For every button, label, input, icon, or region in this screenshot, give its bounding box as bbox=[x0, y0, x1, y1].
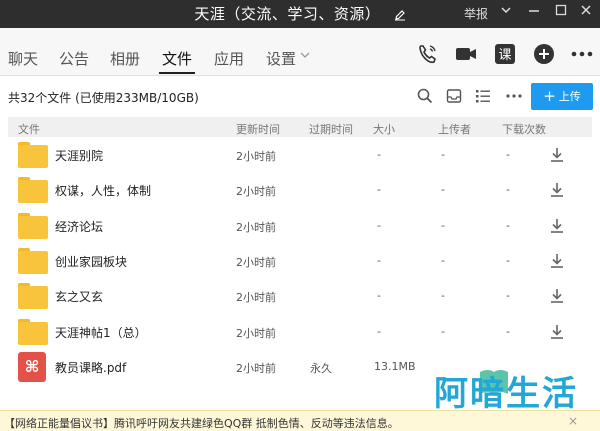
file-size: - bbox=[377, 289, 381, 303]
window-title-text: 天涯（交流、学习、资源） bbox=[194, 5, 381, 23]
add-icon[interactable] bbox=[532, 42, 556, 66]
file-updated: 2小时前 bbox=[236, 220, 276, 234]
tab-settings[interactable]: 设置 bbox=[266, 48, 296, 69]
tab-album[interactable]: 相册 bbox=[110, 48, 140, 69]
maximize-icon[interactable] bbox=[555, 3, 567, 20]
tab-files[interactable]: 文件 bbox=[162, 48, 192, 69]
notice-close-icon[interactable]: × bbox=[568, 414, 578, 428]
watermark-text: 阿暗生活 bbox=[434, 374, 578, 414]
file-downloads: - bbox=[506, 183, 510, 197]
title-bar: 天涯（交流、学习、资源） 举报 bbox=[0, 0, 600, 28]
download-icon[interactable] bbox=[549, 217, 565, 235]
file-size: 13.1MB bbox=[374, 359, 416, 373]
file-name[interactable]: 天涯别院 bbox=[55, 147, 103, 164]
file-downloads: - bbox=[506, 218, 510, 232]
file-uploader: - bbox=[441, 289, 445, 303]
file-uploader: - bbox=[441, 253, 445, 267]
folder-icon bbox=[18, 177, 48, 204]
chevron-down-icon[interactable] bbox=[500, 3, 512, 20]
settings-chevron-icon[interactable] bbox=[300, 48, 310, 66]
file-size: - bbox=[377, 324, 381, 338]
file-summary: 共32个文件 (已使用233MB/10GB) bbox=[8, 91, 199, 105]
phone-icon[interactable] bbox=[416, 42, 440, 66]
download-icon[interactable] bbox=[549, 287, 565, 305]
video-call-icon[interactable] bbox=[454, 42, 478, 66]
search-icon[interactable] bbox=[416, 87, 434, 105]
file-toolbar: 共32个文件 (已使用233MB/10GB) bbox=[0, 77, 600, 115]
file-size: - bbox=[377, 148, 381, 161]
tab-announcement[interactable]: 公告 bbox=[59, 48, 89, 69]
close-icon[interactable] bbox=[580, 3, 592, 20]
file-row[interactable]: 权谋，人性，体制 2小时前 - - - bbox=[8, 173, 592, 208]
minimize-icon[interactable] bbox=[528, 3, 540, 20]
file-downloads: - bbox=[506, 148, 510, 161]
folder-icon bbox=[18, 247, 48, 274]
download-icon[interactable] bbox=[549, 146, 565, 164]
file-uploader: - bbox=[441, 218, 445, 232]
active-tab-indicator bbox=[159, 72, 195, 74]
file-name[interactable]: 创业家园板块 bbox=[55, 253, 127, 270]
tab-apps[interactable]: 应用 bbox=[214, 48, 244, 69]
inbox-icon[interactable] bbox=[445, 87, 463, 105]
file-size: - bbox=[377, 253, 381, 267]
file-row[interactable]: 天涯别院 2小时前 - - - bbox=[8, 138, 592, 173]
file-row[interactable]: 创业家园板块 2小时前 - - - bbox=[8, 244, 592, 279]
upload-label: 上传 bbox=[558, 90, 581, 103]
file-updated: 2小时前 bbox=[236, 361, 276, 375]
group-nav-bar: 聊天 公告 相册 文件 应用 设置 课 bbox=[0, 28, 600, 76]
folder-icon bbox=[18, 318, 48, 345]
file-uploader: - bbox=[441, 148, 445, 161]
file-size: - bbox=[377, 218, 381, 232]
file-name[interactable]: 天涯神帖1（总） bbox=[55, 324, 147, 341]
download-icon[interactable] bbox=[549, 252, 565, 270]
report-button[interactable]: 举报 bbox=[464, 5, 488, 22]
file-name[interactable]: 经济论坛 bbox=[55, 218, 103, 235]
file-updated: 2小时前 bbox=[236, 255, 276, 269]
file-uploader: - bbox=[441, 183, 445, 197]
column-header-expire[interactable]: 过期时间 bbox=[309, 121, 353, 137]
column-header-file[interactable]: 文件 bbox=[18, 121, 40, 137]
file-downloads: - bbox=[506, 253, 510, 267]
folder-icon bbox=[18, 142, 48, 168]
list-view-icon[interactable] bbox=[474, 87, 492, 105]
file-updated: 2小时前 bbox=[236, 150, 276, 163]
file-expire: 永久 bbox=[310, 361, 332, 375]
column-header-uploader[interactable]: 上传者 bbox=[438, 121, 471, 137]
more-icon[interactable] bbox=[570, 42, 594, 66]
download-icon[interactable] bbox=[549, 181, 565, 199]
pdf-icon: ⌘ bbox=[18, 351, 46, 382]
svg-text:课: 课 bbox=[498, 48, 511, 63]
file-row[interactable]: 天涯神帖1（总） 2小时前 - - - bbox=[8, 315, 592, 350]
column-header-updated[interactable]: 更新时间 bbox=[236, 121, 280, 137]
more-options-icon[interactable] bbox=[505, 87, 523, 105]
file-downloads: - bbox=[506, 324, 510, 338]
file-row[interactable]: 玄之又玄 2小时前 - - - bbox=[8, 279, 592, 314]
file-name[interactable]: 权谋，人性，体制 bbox=[55, 182, 151, 199]
upload-button[interactable]: + 上传 bbox=[531, 83, 593, 110]
file-updated: 2小时前 bbox=[236, 291, 276, 305]
notice-text[interactable]: 【网络正能量倡议书】腾讯呼吁网友共建绿色QQ群 抵制色情、反动等违法信息。 bbox=[4, 415, 399, 431]
file-table-header: 文件 更新时间 过期时间 大小 上传者 下载次数 bbox=[8, 117, 592, 137]
file-name[interactable]: 玄之又玄 bbox=[55, 288, 103, 305]
column-header-downloads[interactable]: 下载次数 bbox=[502, 121, 546, 137]
file-name[interactable]: 教员课略.pdf bbox=[55, 359, 126, 376]
edit-icon[interactable] bbox=[394, 7, 406, 25]
watermark-logo: 阿暗生活 bbox=[434, 356, 594, 414]
course-icon[interactable]: 课 bbox=[493, 42, 517, 66]
folder-icon bbox=[18, 283, 48, 310]
plus-icon: + bbox=[543, 87, 556, 105]
folder-icon bbox=[18, 212, 48, 239]
file-updated: 2小时前 bbox=[236, 185, 276, 199]
tab-chat[interactable]: 聊天 bbox=[8, 48, 38, 69]
file-uploader: - bbox=[441, 324, 445, 338]
notice-bar: 【网络正能量倡议书】腾讯呼吁网友共建绿色QQ群 抵制色情、反动等违法信息。 × bbox=[0, 410, 600, 431]
file-updated: 2小时前 bbox=[236, 326, 276, 340]
file-row[interactable]: 经济论坛 2小时前 - - - bbox=[8, 209, 592, 244]
file-size: - bbox=[377, 183, 381, 197]
file-downloads: - bbox=[506, 289, 510, 303]
column-header-size[interactable]: 大小 bbox=[373, 121, 395, 137]
download-icon[interactable] bbox=[549, 323, 565, 341]
